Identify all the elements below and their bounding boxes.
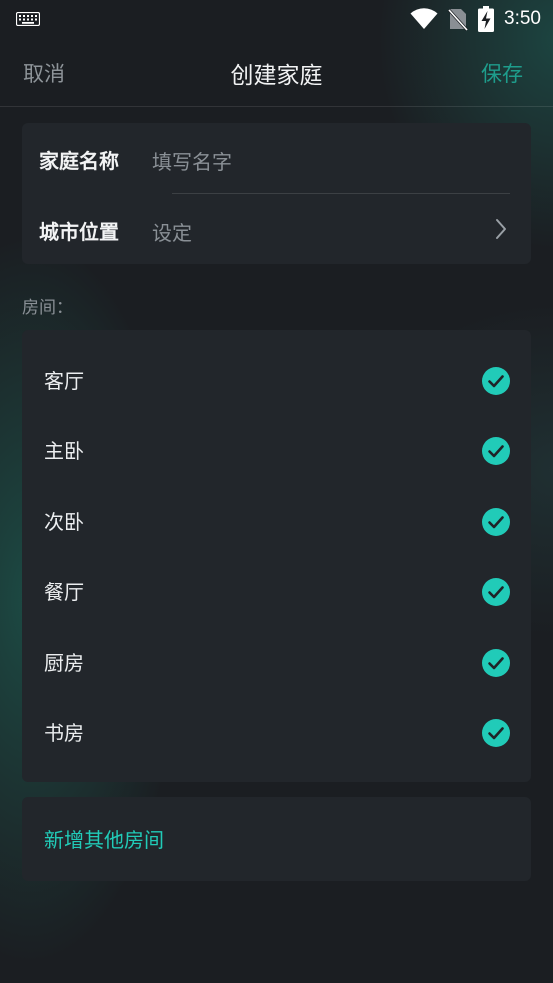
wifi-icon <box>410 8 438 29</box>
room-label: 主卧 <box>44 439 84 463</box>
room-label: 次卧 <box>44 510 84 534</box>
rooms-card: 客厅 主卧 次卧 餐厅 厨房 书房 <box>22 330 531 782</box>
room-item[interactable]: 次卧 <box>22 486 531 556</box>
nav-bar: 取消 创建家庭 保存 <box>0 38 553 107</box>
room-item[interactable]: 客厅 <box>22 345 531 415</box>
chevron-right-icon <box>496 219 506 239</box>
check-circle-icon[interactable] <box>482 437 510 465</box>
home-name-label: 家庭名称 <box>39 149 119 173</box>
page-title: 创建家庭 <box>230 63 323 89</box>
room-item[interactable]: 书房 <box>22 697 531 767</box>
check-circle-icon[interactable] <box>482 367 510 395</box>
rooms-section-title: 房间： <box>22 298 73 318</box>
room-item[interactable]: 厨房 <box>22 627 531 697</box>
save-button[interactable]: 保存 <box>481 58 523 88</box>
city-location-row[interactable]: 城市位置 设定 <box>22 194 531 264</box>
home-info-card: 家庭名称 填写名字 城市位置 设定 <box>22 123 531 264</box>
no-sim-icon <box>448 8 469 31</box>
room-item[interactable]: 餐厅 <box>22 556 531 626</box>
room-label: 厨房 <box>44 651 84 675</box>
check-circle-icon[interactable] <box>482 578 510 606</box>
add-room-label: 新增其他房间 <box>44 828 164 852</box>
home-name-row[interactable]: 家庭名称 填写名字 <box>22 123 531 193</box>
check-circle-icon[interactable] <box>482 649 510 677</box>
city-location-value: 设定 <box>152 221 192 245</box>
home-name-input[interactable]: 填写名字 <box>152 146 232 175</box>
battery-charging-icon <box>478 6 495 32</box>
room-label: 客厅 <box>44 369 84 393</box>
room-label: 餐厅 <box>44 580 84 604</box>
check-circle-icon[interactable] <box>482 719 510 747</box>
status-bar: 3:50 <box>0 0 553 38</box>
add-room-button[interactable]: 新增其他房间 <box>22 797 531 881</box>
keyboard-icon <box>15 11 41 27</box>
room-item[interactable]: 主卧 <box>22 415 531 485</box>
check-circle-icon[interactable] <box>482 508 510 536</box>
city-location-label: 城市位置 <box>39 220 119 244</box>
status-time: 3:50 <box>504 8 541 29</box>
room-label: 书房 <box>44 721 84 745</box>
